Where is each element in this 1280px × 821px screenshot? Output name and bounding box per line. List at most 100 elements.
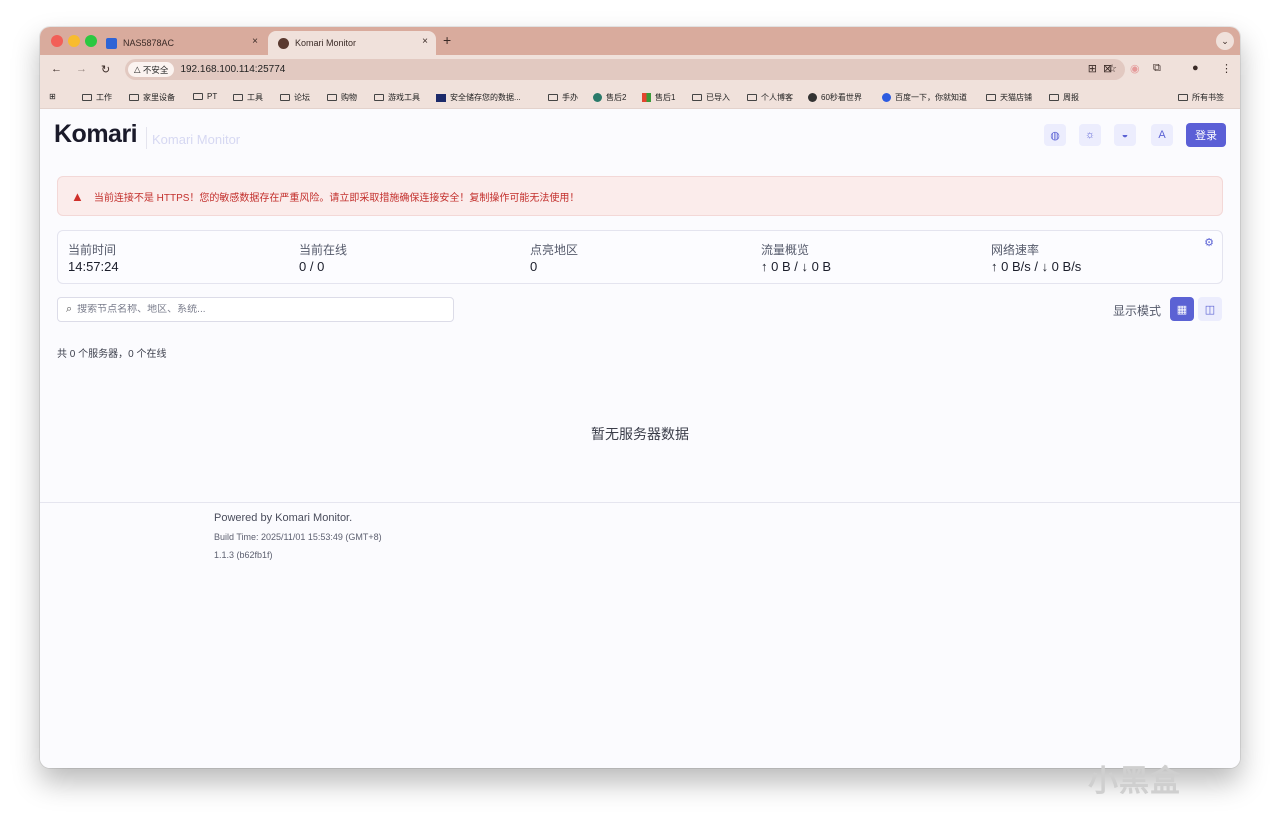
- bookmark-link[interactable]: 60秒看世界: [808, 92, 862, 103]
- https-warning-alert: ▲ 当前连接不是 HTTPS！您的敏感数据存在严重风险。请立即采取措施确保连接安…: [57, 176, 1223, 216]
- bookmark-label: 周报: [1063, 93, 1079, 102]
- logo-divider: [146, 127, 147, 149]
- bookmark-link[interactable]: 售后1: [642, 92, 675, 103]
- bookmark-folder[interactable]: 周报: [1049, 92, 1079, 103]
- minimize-window-button[interactable]: [68, 35, 80, 47]
- all-bookmarks-folder[interactable]: 所有书签: [1178, 92, 1224, 103]
- bookmark-link[interactable]: 百度一下，你就知道: [882, 92, 967, 103]
- browser-window: NAS5878AC × Komari Monitor × + ⌄ ← → ↻ △…: [40, 27, 1240, 768]
- bookmark-folder[interactable]: 购物: [327, 92, 357, 103]
- folder-icon: [374, 94, 384, 101]
- apps-grid-icon[interactable]: ⊞: [49, 92, 56, 101]
- powered-by-link[interactable]: Powered by Komari Monitor.: [214, 512, 382, 524]
- color-drop-icon[interactable]: ◒: [1114, 124, 1136, 146]
- tab-bar: NAS5878AC × Komari Monitor × + ⌄: [40, 27, 1240, 55]
- build-time: Build Time: 2025/11/01 15:53:49 (GMT+8): [214, 532, 382, 542]
- forward-icon[interactable]: →: [76, 63, 87, 75]
- extensions-puzzle-icon[interactable]: ⧉: [1153, 62, 1161, 75]
- stat-value: ↑ 0 B / ↓ 0 B: [761, 259, 832, 274]
- tab-title: NAS5878AC: [123, 38, 175, 48]
- watermark: 小黑盒: [1088, 765, 1181, 798]
- language-icon[interactable]: A: [1151, 124, 1173, 146]
- view-mode-label: 显示模式: [1113, 304, 1162, 318]
- login-button[interactable]: 登录: [1186, 123, 1226, 147]
- github-icon[interactable]: ◍: [1044, 124, 1066, 146]
- security-label: 不安全: [142, 64, 169, 75]
- bookmark-folder[interactable]: 游戏工具: [374, 92, 420, 103]
- avatar[interactable]: ●: [1192, 62, 1199, 74]
- news-icon: [808, 93, 817, 102]
- translate-icon[interactable]: ⊞: [1088, 62, 1097, 75]
- footer: Powered by Komari Monitor. Build Time: 2…: [214, 512, 382, 560]
- alert-text: 当前连接不是 HTTPS！您的敏感数据存在严重风险。请立即采取措施确保连接安全！…: [93, 192, 580, 204]
- close-window-button[interactable]: [51, 35, 63, 47]
- folder-icon: [692, 94, 702, 101]
- close-icon[interactable]: ×: [252, 36, 258, 47]
- folder-icon: [193, 93, 203, 100]
- stat-label: 点亮地区: [530, 243, 579, 257]
- stats-card: 当前时间 14:57:24 当前在线 0 / 0 点亮地区 0 流量概览 ↑ 0…: [57, 230, 1223, 284]
- warning-icon: ▲: [71, 188, 84, 204]
- bookmark-folder[interactable]: 天猫店铺: [986, 92, 1032, 103]
- omnibox[interactable]: △ 不安全 192.168.100.114:25774 ⊞ ☆: [125, 59, 1125, 80]
- tab-komari[interactable]: Komari Monitor ×: [268, 31, 436, 55]
- bookmark-folder[interactable]: 已导入: [692, 92, 730, 103]
- bookmark-folder[interactable]: PT: [193, 92, 217, 101]
- back-icon[interactable]: ←: [51, 63, 62, 75]
- bookmark-label: 已导入: [706, 93, 730, 102]
- tab-search-icon[interactable]: ⌄: [1216, 32, 1234, 50]
- warning-icon: △: [134, 64, 141, 74]
- folder-icon: [747, 94, 757, 101]
- footer-divider: [40, 502, 1240, 503]
- bookmark-folder[interactable]: 论坛: [280, 92, 310, 103]
- extension-icon[interactable]: ◉: [1130, 62, 1140, 75]
- stat-label: 网络速率: [991, 243, 1040, 257]
- folder-icon: [986, 94, 996, 101]
- bookmark-folder[interactable]: 家里设备: [129, 92, 175, 103]
- gear-icon[interactable]: ⚙: [1204, 236, 1214, 249]
- bookmark-label: 购物: [341, 93, 357, 102]
- folder-icon: [82, 94, 92, 101]
- search-box[interactable]: ⌕: [57, 297, 454, 322]
- tab-nas[interactable]: NAS5878AC ×: [96, 31, 266, 55]
- menu-kebab-icon[interactable]: ⋮: [1221, 62, 1232, 75]
- bookmark-label: 天猫店铺: [1000, 93, 1032, 102]
- extension-icon[interactable]: ⊠: [1103, 62, 1112, 75]
- version: 1.1.3 (b62fb1f): [214, 550, 273, 560]
- bookmark-folder[interactable]: 个人博客: [747, 92, 793, 103]
- reload-icon[interactable]: ↻: [101, 63, 110, 76]
- baidu-icon: [882, 93, 891, 102]
- bookmark-label: 60秒看世界: [821, 93, 862, 102]
- bookmark-folder[interactable]: 工具: [233, 92, 263, 103]
- grid-view-icon[interactable]: ▦: [1170, 297, 1194, 321]
- close-icon[interactable]: ×: [422, 36, 428, 47]
- logo[interactable]: Komari: [54, 120, 138, 149]
- folder-icon: [280, 94, 290, 101]
- search-input[interactable]: [77, 304, 438, 315]
- safe-storage-icon: [436, 93, 446, 102]
- new-tab-button[interactable]: +: [443, 32, 451, 48]
- stat-current-time: 当前时间 14:57:24: [68, 241, 119, 274]
- security-chip[interactable]: △ 不安全: [128, 62, 175, 77]
- stat-label: 当前时间: [68, 243, 117, 257]
- microsoft-icon: [642, 93, 651, 102]
- search-icon: ⌕: [66, 303, 73, 315]
- service-icon: [593, 93, 602, 102]
- stat-label: 流量概览: [761, 243, 810, 257]
- stat-value: 0 / 0: [299, 259, 325, 274]
- bookmark-link[interactable]: 售后2: [593, 92, 626, 103]
- bookmark-folder[interactable]: 手办: [548, 92, 578, 103]
- folder-icon: [129, 94, 139, 101]
- bookmark-label: 工作: [96, 93, 112, 102]
- bookmark-label: 百度一下，你就知道: [895, 93, 967, 102]
- table-view-icon[interactable]: ◫: [1198, 297, 1222, 321]
- stat-network-speed: 网络速率 ↑ 0 B/s / ↓ 0 B/s: [991, 241, 1081, 274]
- url-text[interactable]: 192.168.100.114:25774: [180, 64, 285, 75]
- bookmark-folder[interactable]: 工作: [82, 92, 112, 103]
- folder-icon: [1049, 94, 1059, 101]
- folder-icon: [327, 94, 337, 101]
- bookmark-link[interactable]: 安全储存您的数据...: [436, 92, 521, 103]
- bookmark-label: 论坛: [294, 93, 310, 102]
- theme-sun-icon[interactable]: ☼: [1079, 124, 1101, 146]
- bookmark-label: 游戏工具: [388, 93, 420, 102]
